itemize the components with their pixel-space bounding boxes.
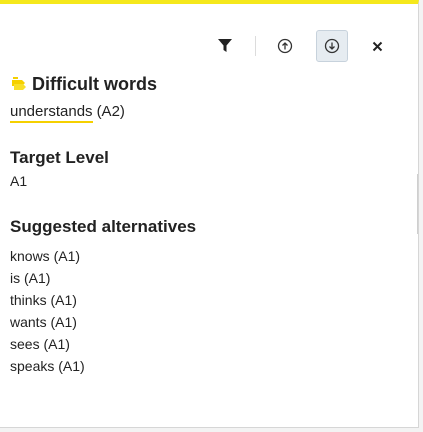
alternative-item[interactable]: sees (A1): [10, 333, 405, 355]
difficult-words-heading: Difficult words: [10, 72, 405, 96]
filter-icon: [218, 39, 232, 52]
target-level-value: A1: [10, 173, 28, 189]
difficult-word-level: (A2): [96, 103, 125, 120]
target-level-title: Target Level: [10, 148, 109, 167]
alternative-item[interactable]: is (A1): [10, 267, 405, 289]
previous-button[interactable]: [269, 30, 301, 62]
close-icon: [372, 41, 382, 51]
alternative-item[interactable]: knows (A1): [10, 245, 405, 267]
toolbar-divider: [255, 36, 256, 56]
arrow-up-circle-icon: [277, 38, 293, 54]
target-level-section: Target Level A1: [10, 146, 405, 191]
alternatives-list: knows (A1) is (A1) thinks (A1) wants (A1…: [10, 245, 405, 377]
alternative-item[interactable]: speaks (A1): [10, 355, 405, 377]
suggested-alternatives-title: Suggested alternatives: [10, 217, 197, 236]
scrollbar[interactable]: [417, 174, 418, 234]
difficult-word[interactable]: understands: [10, 103, 93, 123]
arrow-down-circle-icon: [324, 38, 340, 54]
difficult-words-panel: Difficult words understands (A2) Target L…: [0, 0, 419, 428]
difficult-word-row: understands (A2): [10, 102, 405, 123]
next-button[interactable]: [316, 30, 348, 62]
suggested-alternatives-section: Suggested alternatives knows (A1) is (A1…: [10, 215, 405, 377]
filter-button[interactable]: [209, 30, 241, 62]
toolbar: [0, 30, 419, 62]
alternative-item[interactable]: thinks (A1): [10, 289, 405, 311]
close-button[interactable]: [361, 30, 393, 62]
alternative-item[interactable]: wants (A1): [10, 311, 405, 333]
difficult-words-icon: [12, 77, 26, 90]
panel-content: Difficult words understands (A2) Target L…: [10, 72, 405, 377]
difficult-words-title: Difficult words: [32, 74, 157, 94]
